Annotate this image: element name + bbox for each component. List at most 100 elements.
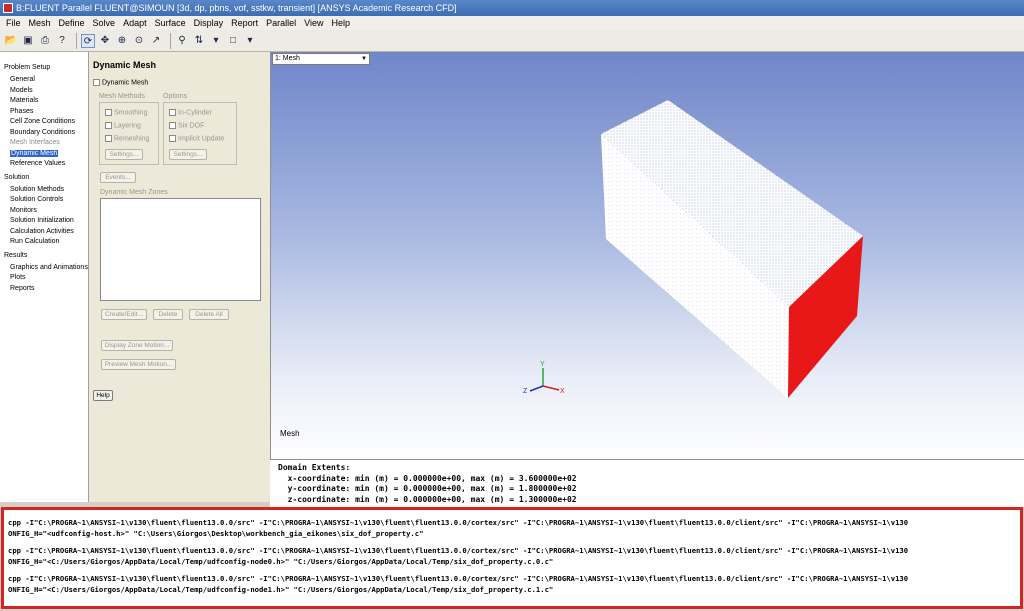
axis-y-label: Y <box>540 361 545 368</box>
in-cylinder-checkbox[interactable]: In-Cylinder <box>169 109 212 116</box>
six-dof-checkbox[interactable]: Six DOF <box>169 122 204 129</box>
menu-solve[interactable]: Solve <box>89 16 120 30</box>
graphics-caption: Mesh <box>280 429 300 438</box>
compiler-output-line: ONFIG_H="<udfconfig-host.h>" "C:\Users\G… <box>8 528 424 538</box>
layering-checkbox[interactable]: Layering <box>105 122 141 129</box>
tree-item-calculation-activities[interactable]: Calculation Activities <box>0 227 88 238</box>
dynamic-mesh-checkbox-label: Dynamic Mesh <box>102 79 149 87</box>
toolbar: 📂 ▣ ⎙ ? ⟳ ✥ ⊕ ⊙ ↗ ⚲ ⇅ ▾ □ ▾ <box>0 30 1024 52</box>
implicit-update-label: Implicit Update <box>178 135 225 143</box>
tree-item-solution-methods[interactable]: Solution Methods <box>0 185 88 196</box>
window-title: B:FLUENT Parallel FLUENT@SIMOUN [3d, dp,… <box>16 3 457 13</box>
tree-item-mesh-interfaces[interactable]: Mesh Interfaces <box>0 138 88 149</box>
menu-mesh[interactable]: Mesh <box>25 16 55 30</box>
menu-bar: File Mesh Define Solve Adapt Surface Dis… <box>0 16 1024 30</box>
rotate-view-icon[interactable]: ⟳ <box>81 33 95 48</box>
highlighted-compiler-output: cpp -I"C:\PROGRA~1\ANSYSI~1\v130\fluent\… <box>1 507 1023 609</box>
implicit-update-checkbox[interactable]: Implicit Update <box>169 135 224 142</box>
dynamic-mesh-checkbox-box[interactable] <box>93 79 100 86</box>
tree-group-results[interactable]: Results <box>0 250 88 261</box>
remeshing-checkbox[interactable]: Remeshing <box>105 135 149 142</box>
menu-define[interactable]: Define <box>55 16 89 30</box>
six-dof-label: Six DOF <box>178 122 205 130</box>
help-button[interactable]: Help <box>93 390 113 401</box>
open-folder-icon[interactable]: 📂 <box>4 34 18 48</box>
tree-item-phases[interactable]: Phases <box>0 107 88 118</box>
delete-button[interactable]: Delete <box>153 309 183 320</box>
console-line: z-coordinate: min (m) = 0.000000e+00, ma… <box>278 494 577 504</box>
toolbar-separator <box>170 32 171 49</box>
tree-item-reference-values[interactable]: Reference Values <box>0 159 88 170</box>
graphics-window-select[interactable]: 1: Mesh ▼ <box>272 53 370 65</box>
fit-to-window-icon[interactable]: ⚲ <box>175 34 189 48</box>
tree-item-plots[interactable]: Plots <box>0 273 88 284</box>
tree-item-solution-initialization[interactable]: Solution Initialization <box>0 216 88 227</box>
zoom-in-icon[interactable]: ⊕ <box>115 34 129 48</box>
graphics-window[interactable]: Y X Z <box>270 52 1024 459</box>
tree-item-materials[interactable]: Materials <box>0 96 88 107</box>
tree-item-general[interactable]: General <box>0 75 88 86</box>
options-settings-button[interactable]: Settings... <box>169 149 207 160</box>
toolbar-separator <box>76 32 77 49</box>
menu-display[interactable]: Display <box>190 16 228 30</box>
tree-item-graphics-and-animations[interactable]: Graphics and Animations <box>0 263 88 274</box>
menu-report[interactable]: Report <box>227 16 262 30</box>
tree-item-monitors[interactable]: Monitors <box>0 206 88 217</box>
views-dropdown-icon[interactable]: ▾ <box>209 34 223 48</box>
menu-view[interactable]: View <box>300 16 327 30</box>
compiler-output-line: cpp -I"C:\PROGRA~1\ANSYSI~1\v130\fluent\… <box>8 574 909 583</box>
in-cylinder-label: In-Cylinder <box>178 109 212 117</box>
mesh-display: Y X Z <box>523 100 863 398</box>
preview-mesh-motion-button[interactable]: Preview Mesh Motion... <box>101 359 176 370</box>
tree-item-run-calculation[interactable]: Run Calculation <box>0 237 88 248</box>
mesh-methods-settings-button[interactable]: Settings... <box>105 149 143 160</box>
smoothing-label: Smoothing <box>114 109 148 117</box>
task-page-title: Dynamic Mesh <box>93 60 157 70</box>
layout-icon[interactable]: □ <box>226 34 240 48</box>
views-icon[interactable]: ⇅ <box>192 34 206 48</box>
dynamic-mesh-zones-list[interactable] <box>100 198 261 301</box>
chevron-down-icon: ▼ <box>361 56 367 62</box>
pan-icon[interactable]: ✥ <box>98 34 112 48</box>
tree-group-solution[interactable]: Solution <box>0 172 88 183</box>
probe-icon[interactable]: ↗ <box>149 34 163 48</box>
events-button[interactable]: Events... <box>100 172 136 183</box>
console-output[interactable]: Domain Extents: x-coordinate: min (m) = … <box>270 459 1024 507</box>
tree-item-dynamic-mesh[interactable]: Dynamic Mesh <box>0 149 88 160</box>
menu-parallel[interactable]: Parallel <box>262 16 300 30</box>
compiler-output-line: ONFIG_H="<C:/Users/Giorgos/AppData/Local… <box>8 584 554 594</box>
save-icon[interactable]: ▣ <box>21 34 35 48</box>
compiler-output-line: ONFIG_H="<C:/Users/Giorgos/AppData/Local… <box>8 556 554 566</box>
layering-label: Layering <box>114 122 141 130</box>
delete-all-button[interactable]: Delete All <box>189 309 229 320</box>
tree-group-problem-setup[interactable]: Problem Setup <box>0 62 88 73</box>
navigation-tree: Problem Setup General Models Materials P… <box>0 52 89 502</box>
tree-item-reports[interactable]: Reports <box>0 284 88 295</box>
remeshing-label: Remeshing <box>114 135 150 143</box>
menu-adapt[interactable]: Adapt <box>119 16 151 30</box>
tree-item-boundary-conditions[interactable]: Boundary Conditions <box>0 128 88 139</box>
window-title-bar: B:FLUENT Parallel FLUENT@SIMOUN [3d, dp,… <box>0 0 1024 16</box>
dynamic-mesh-checkbox[interactable]: Dynamic Mesh <box>93 79 148 86</box>
display-zone-motion-button[interactable]: Display Zone Motion... <box>101 340 173 351</box>
compiler-output-line: cpp -I"C:\PROGRA~1\ANSYSI~1\v130\fluent\… <box>8 546 909 555</box>
console-line: Domain Extents: <box>278 463 351 472</box>
tree-item-cell-zone-conditions[interactable]: Cell Zone Conditions <box>0 117 88 128</box>
layout-dropdown-icon[interactable]: ▾ <box>243 34 257 48</box>
menu-file[interactable]: File <box>2 16 25 30</box>
options-label: Options <box>163 93 188 100</box>
axis-x-label: X <box>560 388 565 395</box>
menu-surface[interactable]: Surface <box>151 16 190 30</box>
smoothing-checkbox[interactable]: Smoothing <box>105 109 147 116</box>
graphics-window-select-value: 1: Mesh <box>275 55 300 62</box>
zoom-box-icon[interactable]: ⊙ <box>132 34 146 48</box>
axis-z-label: Z <box>523 388 528 395</box>
tree-item-models[interactable]: Models <box>0 86 88 97</box>
tree-item-solution-controls[interactable]: Solution Controls <box>0 195 88 206</box>
print-icon[interactable]: ⎙ <box>38 34 52 48</box>
tree-item-dynamic-mesh-label: Dynamic Mesh <box>10 149 59 157</box>
menu-help[interactable]: Help <box>328 16 355 30</box>
help-icon[interactable]: ? <box>55 34 69 48</box>
create-edit-button[interactable]: Create/Edit... <box>101 309 147 320</box>
axis-triad: Y X Z <box>523 361 565 395</box>
